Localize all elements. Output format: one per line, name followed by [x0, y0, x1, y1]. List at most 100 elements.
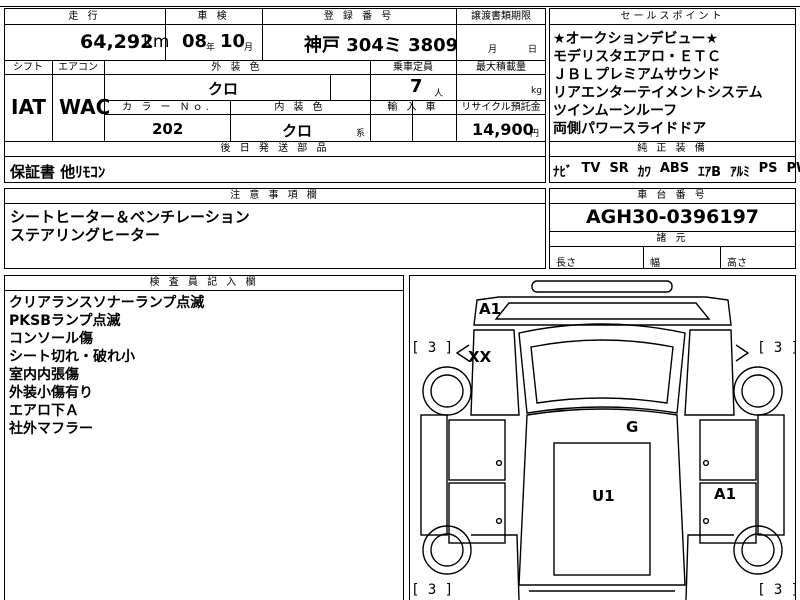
import-header: 輸 入 車: [387, 102, 439, 113]
sales-point-item: ツインムーンルーフ: [553, 103, 678, 119]
interior-color-suffix: 系: [356, 129, 366, 139]
sales-point-item: リアエンターテイメントシステム: [553, 85, 763, 101]
inspection-year: 08: [182, 31, 208, 52]
inspection-year-unit: 年: [206, 43, 216, 53]
inspector-line: コンソール傷: [9, 331, 93, 347]
capacity-value: 7: [410, 76, 423, 97]
inspector-notes-list: クリアランスソナーランプ点滅 PKSBランプ点滅 コンソール傷 シート切れ・破れ…: [9, 294, 204, 438]
chassis-no-header: 車 台 番 号: [637, 190, 708, 201]
damage-label-g: G: [626, 418, 639, 436]
sales-points-list: ★オークションデビュー★ モデリスタエアロ・ＥＴＣ ＪＢＬプレミアムサウンド リ…: [553, 30, 763, 138]
tire-tread-front-right: [ 3 ]: [757, 340, 800, 356]
hood-outline: [473, 296, 732, 326]
top-cutoff-line: [0, 6, 800, 7]
shift-header: シフト: [13, 62, 43, 73]
windshield-inner: [530, 339, 674, 404]
registration-number: 神戸 304ミ 3809: [304, 35, 459, 56]
transfer-deadline-header: 譲渡書類期限: [471, 11, 531, 22]
roof-panel: [553, 442, 651, 576]
height-label: 高さ: [727, 258, 747, 269]
equipment-navi: ﾅﾋﾞ: [553, 165, 573, 180]
notes-list: シートヒーター＆ベンチレーション ステアリングヒーター: [10, 208, 250, 244]
exterior-color-value: クロ: [208, 80, 239, 98]
genuine-equipment-header: 純 正 装 備: [637, 143, 708, 154]
inspector-line: 社外マフラー: [9, 421, 93, 437]
inspector-line: エアロ下Ａ: [9, 403, 79, 419]
width-label: 幅: [650, 258, 660, 269]
post-shipping-items: 保証書 他ﾘﾓｺﾝ: [10, 163, 106, 181]
tire-tread-rear-left: [ 3 ]: [411, 582, 454, 598]
sales-point-item: モデリスタエアロ・ＥＴＣ: [553, 49, 721, 65]
tire-tread-rear-right: [ 3 ]: [757, 582, 800, 598]
inspection-header: 車 検: [197, 11, 230, 22]
shift-value: IAT: [11, 95, 47, 119]
inspection-month-unit: 月: [244, 43, 254, 53]
windshield-outline: [518, 323, 686, 414]
sales-point-item: 両側パワースライドドア: [553, 121, 707, 137]
interior-color-header: 内 装 色: [274, 102, 326, 113]
aircon-header: エアコン: [58, 62, 98, 73]
sales-point-item: ★オークションデビュー★: [553, 31, 719, 47]
exterior-color-header: 外 装 色: [211, 62, 263, 73]
damage-label-u1: U1: [592, 487, 615, 505]
color-no-header: カ ラ ー Ｎｏ.: [122, 102, 212, 113]
door-rear-left: [448, 482, 506, 544]
sales-point-item: ＪＢＬプレミアムサウンド: [553, 67, 721, 83]
damage-label-front-a1: A1: [479, 300, 502, 318]
equipment-leather: ｶﾜ: [637, 165, 651, 180]
equipment-tv: TV: [581, 161, 601, 176]
equipment-sunroof: SR: [609, 161, 629, 176]
post-shipping-header: 後 日 発 送 部 品: [220, 143, 330, 154]
mileage-unit: km: [143, 32, 170, 52]
equipment-pw: PW: [786, 161, 800, 176]
transfer-month-unit: 月: [488, 45, 498, 55]
recycle-header: リサイクル預託金: [461, 102, 541, 113]
inspector-notes-header: 検 査 員 記 入 欄: [149, 277, 259, 288]
note-line: シートヒーター＆ベンチレーション: [10, 208, 250, 226]
max-load-header: 最大積載量: [476, 62, 526, 73]
length-label: 長さ: [556, 258, 576, 269]
damage-label-side-a1: A1: [714, 485, 737, 503]
color-no-value: 202: [152, 120, 184, 138]
wheel-front-left: [422, 366, 472, 416]
mirror-right: [735, 344, 750, 362]
door-front-left: [448, 419, 506, 481]
equipment-abs: ABS: [659, 161, 690, 176]
inspector-line: シート切れ・破れ小: [9, 349, 135, 365]
sales-points-header: セールスポイント: [620, 11, 725, 22]
side-right-body: [757, 414, 785, 536]
equipment-ps: PS: [758, 161, 778, 176]
max-load-unit: kg: [531, 86, 542, 96]
chassis-number: AGH30-0396197: [585, 206, 760, 228]
capacity-header: 乗車定員: [393, 62, 433, 73]
aircon-value: WAC: [59, 95, 111, 119]
equipment-alloy: ｱﾙﾐ: [730, 165, 750, 180]
inspector-line: 外装小傷有り: [9, 385, 93, 401]
registration-header: 登 録 番 号: [323, 11, 395, 22]
inspection-month: 10: [220, 31, 246, 52]
fender-left: [470, 329, 520, 416]
door-front-right: [699, 419, 757, 481]
tire-tread-front-left: [ 3 ]: [411, 340, 454, 356]
wheel-front-right: [733, 366, 783, 416]
capacity-unit: 人: [434, 89, 444, 99]
equipment-airbag: ｴｱB: [698, 165, 722, 180]
side-left-body: [420, 414, 448, 536]
main-info-grid: [4, 8, 546, 142]
specs-header: 諸 元: [656, 233, 689, 244]
note-line: ステアリングヒーター: [10, 226, 161, 244]
equipment-list: ﾅﾋﾞ TV SR ｶﾜ ABS ｴｱB ｱﾙﾐ PS PW: [553, 161, 800, 180]
interior-color-value: クロ: [282, 122, 313, 140]
inspector-line: PKSBランプ点滅: [9, 313, 121, 329]
damage-label-xx: XX: [468, 348, 492, 366]
inspector-line: クリアランスソナーランプ点滅: [9, 295, 205, 311]
car-diagram: [420, 280, 785, 600]
notes-header: 注 意 事 項 欄: [230, 190, 320, 201]
front-bumper-outline: [531, 280, 673, 293]
recycle-fee-value: 14,900: [472, 120, 534, 139]
inspector-line: 室内内張傷: [9, 367, 79, 383]
mileage-header: 走 行: [68, 11, 101, 22]
transfer-day-unit: 日: [528, 45, 538, 55]
fender-right: [684, 329, 735, 416]
recycle-fee-unit: 円: [530, 129, 540, 139]
